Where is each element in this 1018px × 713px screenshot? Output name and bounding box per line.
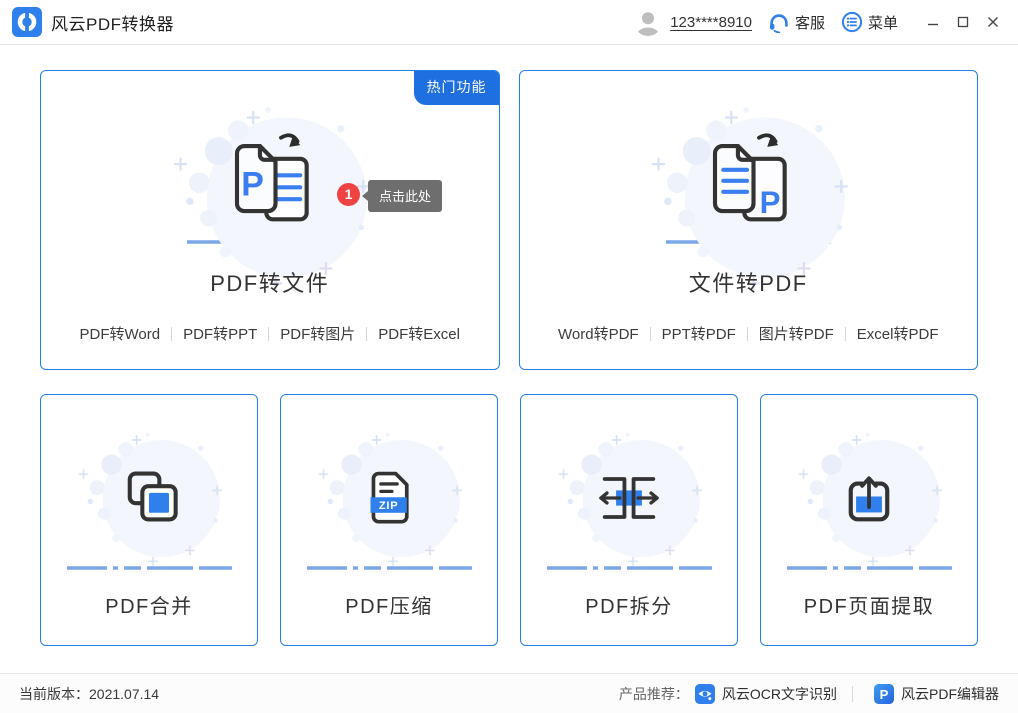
separator (845, 327, 846, 341)
card-title-pdf-merge: PDF合并 (41, 590, 257, 619)
menu-icon (841, 11, 863, 33)
click-here-tooltip: 点击此处 (368, 180, 442, 212)
product-ocr-label: 风云OCR文字识别 (722, 684, 837, 704)
hot-feature-badge: 热门功能 (414, 70, 500, 105)
card-pdf-extract[interactable]: PDF页面提取 (760, 394, 978, 646)
customer-service-button[interactable]: 客服 (768, 11, 825, 33)
card-sub-features: Word转PDF PPT转PDF 图片转PDF Excel转PDF (520, 323, 978, 344)
pdf-split-icon (591, 460, 667, 536)
account-phone-link[interactable]: 123****8910 (670, 14, 752, 31)
product-editor-label: 风云PDF编辑器 (901, 684, 999, 704)
separator (747, 327, 748, 341)
title-bar: 风云PDF转换器 123****8910 客服 菜单 (0, 0, 1018, 45)
feature-word-to-pdf[interactable]: Word转PDF (558, 326, 639, 343)
ocr-product-icon (695, 684, 715, 704)
window-controls (918, 7, 1008, 37)
feature-pdf-to-excel[interactable]: PDF转Excel (378, 326, 460, 343)
dash-underline (787, 566, 952, 570)
close-icon (987, 16, 999, 28)
app-logo-icon (12, 7, 42, 37)
separator (171, 327, 172, 341)
separator (268, 327, 269, 341)
card-pdf-merge[interactable]: PDF合并 (40, 394, 258, 646)
dash-underline (547, 566, 712, 570)
pdf-extract-icon (831, 460, 907, 536)
pdf-merge-icon (112, 461, 186, 535)
product-link-pdf-editor[interactable]: P 风云PDF编辑器 (874, 684, 999, 704)
app-title: 风云PDF转换器 (51, 10, 174, 35)
dash-underline (67, 566, 232, 570)
minimize-button[interactable] (918, 7, 948, 37)
feature-ppt-to-pdf[interactable]: PPT转PDF (662, 326, 736, 343)
main-content: 热门功能 P 1 点击此处 PDF转文件 (0, 45, 1018, 646)
svg-text:P: P (880, 687, 889, 702)
headset-icon (768, 11, 790, 33)
card-file-to-pdf[interactable]: P 文件转PDF Word转PDF PPT转PDF 图片转PDF Excel转PDF (519, 70, 979, 370)
card-sub-features: PDF转Word PDF转PPT PDF转图片 PDF转Excel (41, 323, 499, 344)
feature-image-to-pdf[interactable]: 图片转PDF (759, 326, 834, 343)
maximize-button[interactable] (948, 7, 978, 37)
card-pdf-split[interactable]: PDF拆分 (520, 394, 738, 646)
svg-text:P: P (241, 166, 264, 204)
feature-pdf-to-image[interactable]: PDF转图片 (280, 326, 355, 343)
svg-text:P: P (760, 185, 781, 220)
version-text: 当前版本：2021.07.14 (19, 684, 159, 704)
close-button[interactable] (978, 7, 1008, 37)
menu-button[interactable]: 菜单 (841, 11, 898, 33)
pdf-editor-product-icon: P (874, 684, 894, 704)
feature-excel-to-pdf[interactable]: Excel转PDF (857, 326, 939, 343)
pdf-to-file-icon: P (215, 125, 325, 233)
recommend-label: 产品推荐： (619, 684, 689, 704)
menu-label: 菜单 (868, 12, 898, 33)
product-link-ocr[interactable]: 风云OCR文字识别 (695, 684, 837, 704)
file-to-pdf-icon: P (693, 125, 803, 233)
dash-underline (187, 240, 352, 244)
maximize-icon (957, 16, 969, 28)
separator (650, 327, 651, 341)
status-bar: 当前版本：2021.07.14 产品推荐： 风云OCR文字识别 P 风云PDF编… (0, 673, 1018, 713)
card-pdf-to-file[interactable]: 热门功能 P 1 点击此处 PDF转文件 (40, 70, 500, 370)
dash-underline (666, 240, 831, 244)
card-title-pdf-to-file: PDF转文件 (41, 266, 499, 298)
separator (366, 327, 367, 341)
minimize-icon (927, 16, 939, 28)
card-title-pdf-extract: PDF页面提取 (761, 590, 977, 619)
footer-divider (852, 686, 853, 702)
card-pdf-compress[interactable]: ZIP PDF压缩 (280, 394, 498, 646)
svg-text:ZIP: ZIP (379, 500, 398, 512)
notification-badge: 1 (337, 183, 360, 206)
pdf-compress-icon: ZIP (352, 461, 426, 535)
customer-service-label: 客服 (795, 12, 825, 33)
card-title-file-to-pdf: 文件转PDF (520, 266, 978, 298)
dash-underline (307, 566, 472, 570)
feature-pdf-to-word[interactable]: PDF转Word (80, 326, 161, 343)
user-avatar[interactable] (634, 8, 662, 36)
feature-pdf-to-ppt[interactable]: PDF转PPT (183, 326, 257, 343)
card-title-pdf-compress: PDF压缩 (281, 590, 497, 619)
card-title-pdf-split: PDF拆分 (521, 590, 737, 619)
